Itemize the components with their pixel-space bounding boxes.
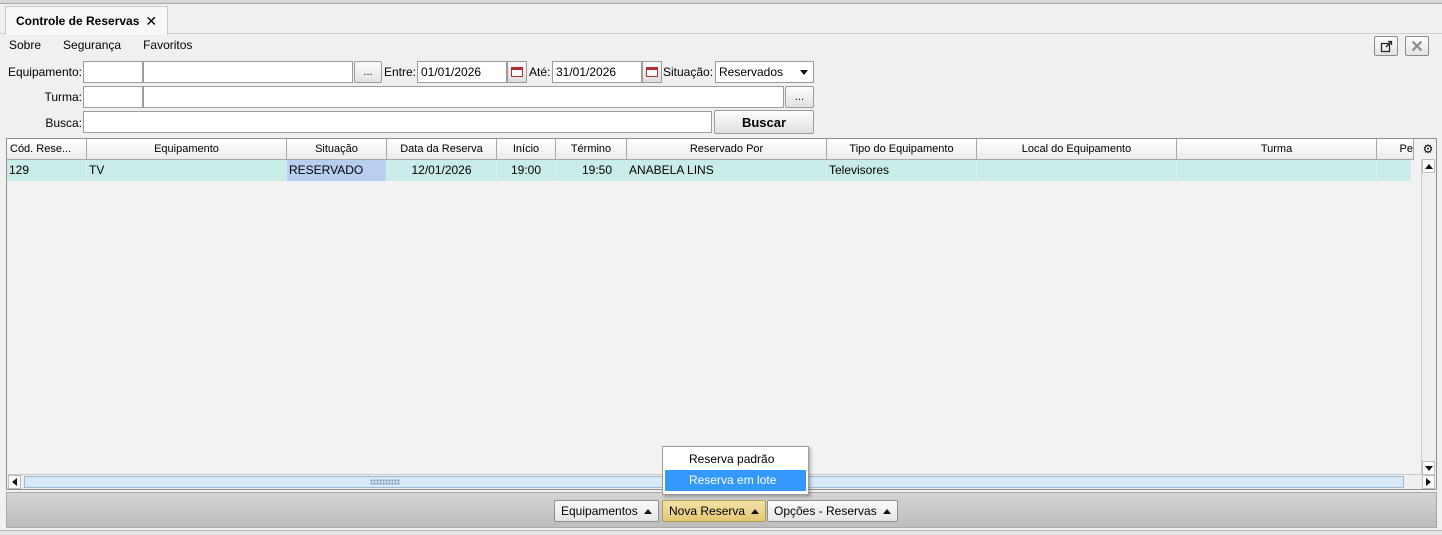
column-header[interactable]: Situação — [287, 139, 387, 160]
column-header[interactable]: Local do Equipamento — [977, 139, 1177, 160]
turma-code-input[interactable] — [83, 86, 143, 108]
tab-close-icon[interactable]: ✕ — [145, 13, 157, 30]
table-row[interactable]: 129 TV RESERVADO 12/01/2026 19:00 19:50 … — [7, 160, 1411, 181]
scroll-right-button[interactable] — [1422, 475, 1435, 489]
menu-item-reserva-padrao[interactable]: Reserva padrão — [665, 449, 806, 470]
cell-tipo[interactable]: Televisores — [827, 160, 977, 181]
menu-seguranca[interactable]: Segurança — [60, 38, 124, 56]
equipamentos-button[interactable]: Equipamentos — [554, 500, 659, 522]
opcoes-reservas-label: Opções - Reservas — [774, 504, 877, 518]
column-header[interactable]: Equipamento — [87, 139, 287, 160]
turma-name-input[interactable] — [143, 86, 784, 108]
nova-reserva-button[interactable]: Nova Reserva — [662, 500, 767, 522]
column-header[interactable]: Turma — [1177, 139, 1377, 160]
turma-label: Turma: — [44, 90, 82, 104]
equipamento-code-input[interactable] — [83, 61, 143, 83]
entre-calendar-button[interactable] — [507, 61, 527, 83]
cell-pe[interactable] — [1377, 160, 1411, 181]
ate-calendar-button[interactable] — [642, 61, 662, 83]
menu-favoritos[interactable]: Favoritos — [140, 38, 195, 56]
arrow-right-icon — [1426, 478, 1431, 486]
cell-turma[interactable] — [1177, 160, 1377, 181]
arrow-left-icon — [12, 478, 17, 486]
entre-date-input[interactable]: 01/01/2026 — [417, 61, 507, 83]
situacao-value: Reservados — [719, 65, 784, 79]
caret-up-icon — [751, 508, 760, 514]
column-header[interactable]: Reservado Por — [627, 139, 827, 160]
column-header[interactable]: Término — [556, 139, 627, 160]
close-window-button[interactable] — [1405, 36, 1429, 56]
arrow-up-icon — [1424, 163, 1433, 169]
scroll-down-button[interactable] — [1422, 461, 1435, 475]
caret-up-icon — [882, 508, 891, 514]
equipamento-lookup-button[interactable]: ... — [354, 61, 382, 83]
calendar-icon — [511, 67, 523, 77]
menu-item-reserva-em-lote[interactable]: Reserva em lote — [665, 470, 806, 491]
equipamentos-label: Equipamentos — [561, 504, 638, 518]
column-header[interactable]: Pe — [1377, 139, 1414, 160]
turma-lookup-button[interactable]: ... — [785, 86, 814, 108]
chevron-down-icon — [800, 69, 808, 75]
situacao-label: Situação: — [663, 65, 714, 79]
status-bar — [0, 530, 1442, 535]
ate-label: Até: — [529, 65, 551, 79]
reservas-grid: Cód. Rese... Equipamento Situação Data d… — [6, 138, 1437, 490]
menu-sobre[interactable]: Sobre — [6, 38, 44, 56]
opcoes-reservas-button[interactable]: Opções - Reservas — [767, 500, 898, 522]
cell-termino[interactable]: 19:50 — [556, 160, 627, 181]
column-header[interactable]: Cód. Rese... — [7, 139, 87, 160]
entre-label: Entre: — [384, 65, 417, 79]
scroll-up-button[interactable] — [1422, 159, 1435, 173]
situacao-select[interactable]: Reservados — [715, 61, 814, 83]
equipamento-name-input[interactable] — [143, 61, 353, 83]
column-header[interactable]: Data da Reserva — [387, 139, 497, 160]
popout-button[interactable] — [1374, 36, 1398, 56]
ate-date-input[interactable]: 31/01/2026 — [552, 61, 642, 83]
menu-bar: Sobre Segurança Favoritos — [6, 38, 195, 56]
vertical-scrollbar[interactable] — [1421, 159, 1436, 475]
cell-reservado-por[interactable]: ANABELA LINS — [627, 160, 827, 181]
caret-up-icon — [643, 508, 652, 514]
tab-title: Controle de Reservas — [16, 14, 140, 28]
tab-strip — [0, 4, 1442, 34]
column-header[interactable]: Início — [497, 139, 556, 160]
column-header[interactable]: Tipo do Equipamento — [827, 139, 977, 160]
cell-local[interactable] — [977, 160, 1177, 181]
grid-settings-gear-icon[interactable]: ⚙ — [1421, 141, 1435, 157]
close-icon — [1411, 40, 1423, 52]
external-window-icon — [1380, 40, 1392, 52]
scroll-grip — [370, 479, 400, 485]
grid-header: Cód. Rese... Equipamento Situação Data d… — [7, 139, 1414, 160]
bottom-toolbar: Equipamentos Nova Reserva Opções - Reser… — [6, 492, 1437, 528]
nova-reserva-popup-menu: Reserva padrão Reserva em lote — [662, 446, 809, 495]
cell-situacao[interactable]: RESERVADO — [287, 160, 387, 181]
tab-controle-reservas[interactable]: Controle de Reservas ✕ — [5, 6, 168, 35]
busca-label: Busca: — [45, 116, 82, 130]
cell-inicio[interactable]: 19:00 — [497, 160, 556, 181]
scroll-left-button[interactable] — [8, 475, 21, 489]
cell-codigo[interactable]: 129 — [7, 160, 87, 181]
arrow-down-icon — [1424, 465, 1433, 471]
calendar-icon — [646, 67, 658, 77]
buscar-button[interactable]: Buscar — [714, 110, 814, 134]
nova-reserva-label: Nova Reserva — [669, 504, 746, 518]
busca-input[interactable] — [83, 111, 712, 133]
cell-equipamento[interactable]: TV — [87, 160, 287, 181]
equipamento-label: Equipamento: — [7, 65, 82, 79]
cell-data[interactable]: 12/01/2026 — [387, 160, 497, 181]
